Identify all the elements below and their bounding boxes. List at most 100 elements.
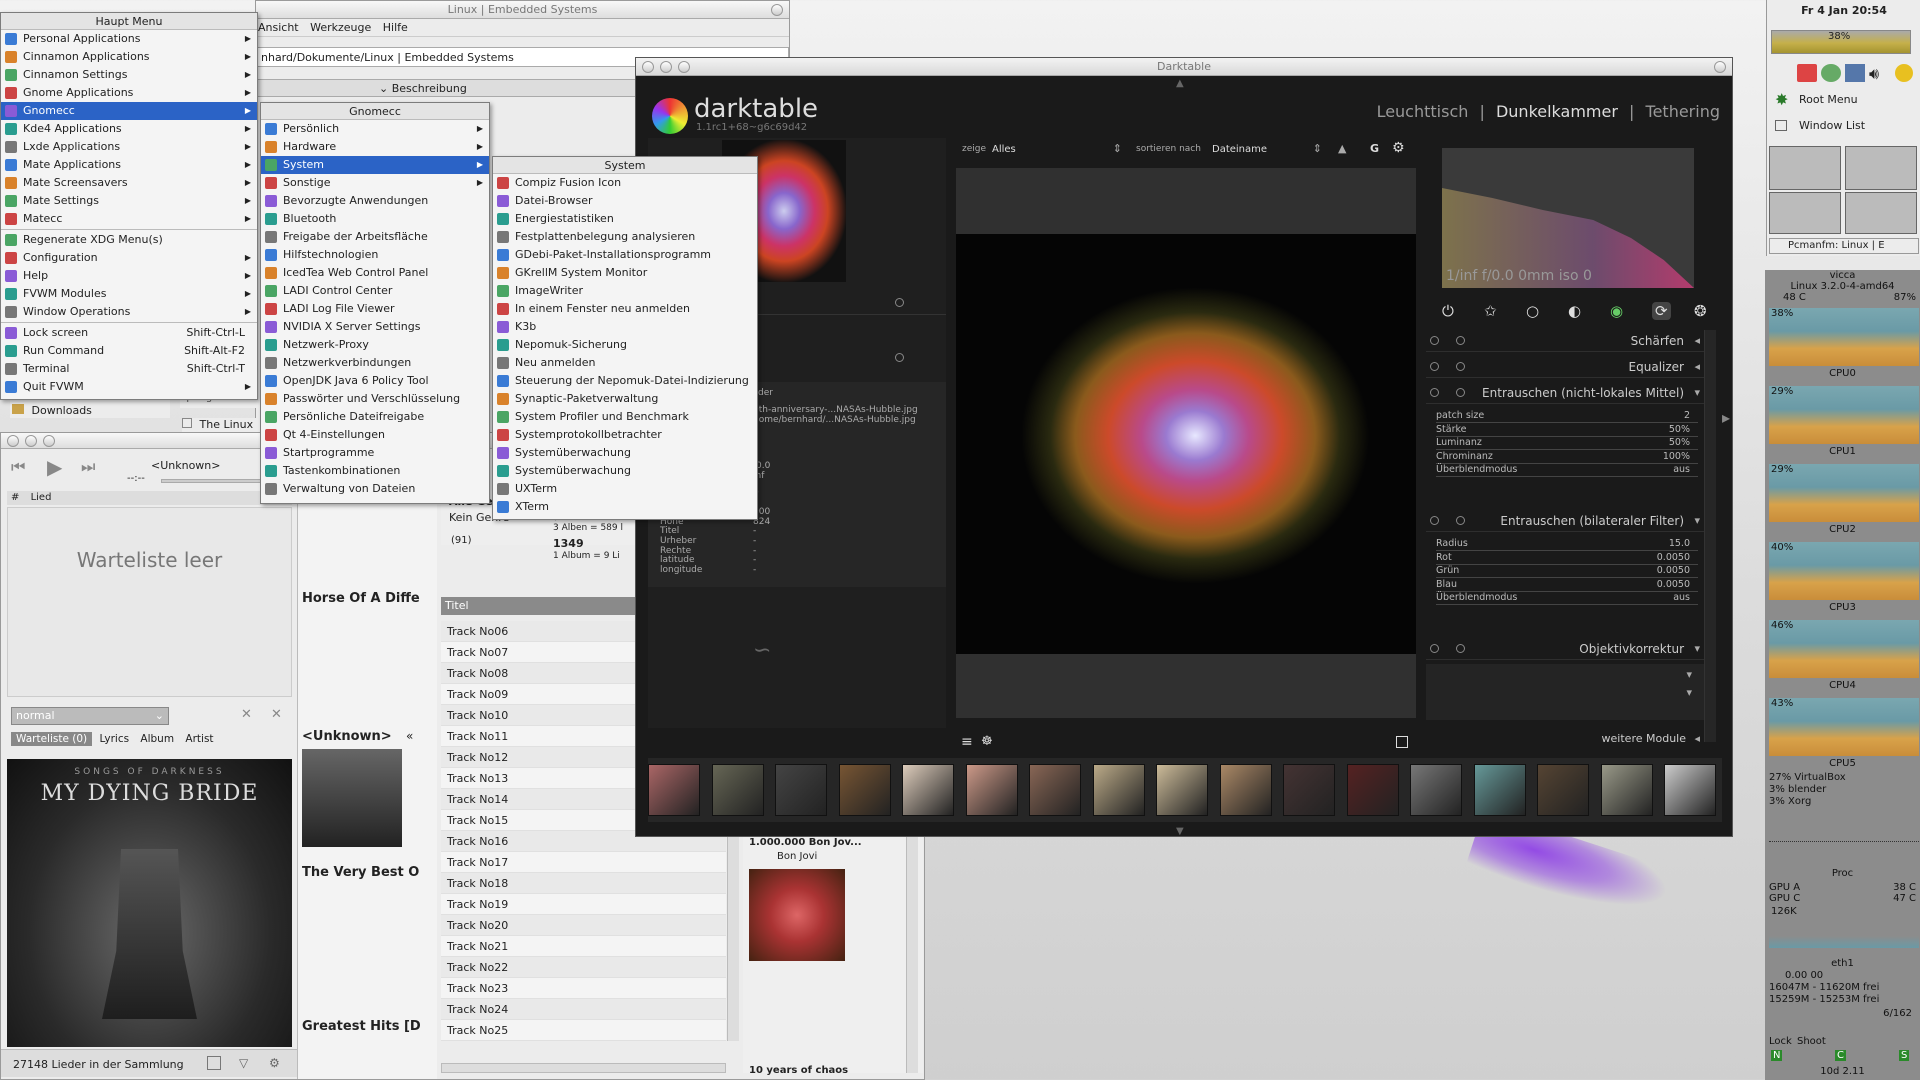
preset-icon[interactable]: [1456, 336, 1465, 345]
table-row[interactable]: Track No20: [441, 915, 726, 936]
haupt-menu-item[interactable]: Configuration ▶: [1, 249, 257, 267]
gnomecc-menu-item[interactable]: Startprogramme: [261, 444, 489, 462]
basic-group-icon[interactable]: ○: [1526, 302, 1539, 320]
system-menu-item[interactable]: Compiz Fusion Icon: [493, 174, 757, 192]
slider[interactable]: Überblendmodus aus: [1436, 464, 1698, 478]
system-menu-item[interactable]: Systemüberwachung: [493, 462, 757, 480]
haupt-menu-item[interactable]: Personal Applications ▶: [1, 30, 257, 48]
darktable-titlebar[interactable]: Darktable: [636, 58, 1732, 76]
hamburger-icon[interactable]: ≡: [961, 734, 973, 750]
system-menu-item[interactable]: ImageWriter: [493, 282, 757, 300]
more-modules[interactable]: weitere Module ◂: [1426, 728, 1706, 750]
chevron-down-icon[interactable]: ▾: [1686, 686, 1692, 699]
enable-icon[interactable]: [1430, 388, 1439, 397]
col2-greatest[interactable]: Greatest Hits [D: [302, 1019, 421, 1034]
maximize-icon[interactable]: [43, 435, 55, 447]
clear-queue-icon[interactable]: ✕: [271, 707, 282, 722]
preset-icon[interactable]: [1456, 362, 1465, 371]
table-row[interactable]: Track No24: [441, 999, 726, 1020]
modules-scrollbar[interactable]: [1704, 330, 1716, 742]
chevron-down-icon[interactable]: ▾: [1686, 668, 1692, 681]
menu-ansicht[interactable]: Ansicht: [258, 21, 299, 34]
shoot-label[interactable]: Shoot: [1797, 1036, 1826, 1047]
filmstrip-thumbnail[interactable]: [1664, 764, 1716, 816]
filmstrip-thumbnail[interactable]: [1283, 764, 1335, 816]
haupt-menu-item[interactable]: Lock screen Shift-Ctrl-L: [1, 324, 257, 342]
menu-werkzeuge[interactable]: Werkzeuge: [310, 21, 371, 34]
expand-right-icon[interactable]: ▸: [1722, 408, 1730, 427]
system-menu-item[interactable]: Systemüberwachung: [493, 444, 757, 462]
gnomecc-menu-item[interactable]: Persönlich ▶: [261, 120, 489, 138]
queue-header[interactable]: # Lied: [7, 491, 292, 505]
system-menu-item[interactable]: GDebi-Paket-Installationsprogramm: [493, 246, 757, 264]
system-menu-item[interactable]: Steuerung der Nepomuk-Datei-Indizierung: [493, 372, 757, 390]
enable-icon[interactable]: [1430, 516, 1439, 525]
table-row[interactable]: Track No19: [441, 894, 726, 915]
close-icon[interactable]: [642, 61, 654, 73]
haupt-menu-item[interactable]: Gnome Applications ▶: [1, 84, 257, 102]
sort-order-icon[interactable]: ▲: [1338, 142, 1346, 155]
letter-n[interactable]: N: [1771, 1050, 1783, 1061]
root-menu-button[interactable]: ✸ Root Menu: [1775, 90, 1915, 110]
enable-icon[interactable]: [1430, 644, 1439, 653]
slider[interactable]: Überblendmodus aus: [1436, 592, 1698, 606]
haupt-menu-item[interactable]: Cinnamon Settings ▶: [1, 66, 257, 84]
haupt-menu-item[interactable]: Window Operations ▶: [1, 303, 257, 321]
filter-icon[interactable]: ▽: [239, 1056, 248, 1070]
module-toggle-icon[interactable]: [895, 353, 904, 362]
system-menu-item[interactable]: K3b: [493, 318, 757, 336]
gnomecc-menu-item[interactable]: Netzwerk-Proxy: [261, 336, 489, 354]
slider[interactable]: patch size 2: [1436, 410, 1698, 424]
filmstrip-thumbnail[interactable]: [1219, 764, 1272, 816]
gnomecc-menu-item[interactable]: Persönliche Dateifreigabe: [261, 408, 489, 426]
filmstrip-thumbnail[interactable]: [1156, 764, 1208, 816]
haupt-menu-item[interactable]: Run Command Shift-Alt-F2: [1, 342, 257, 360]
col2-horse[interactable]: Horse Of A Diffe: [302, 591, 420, 606]
menu-hilfe[interactable]: Hilfe: [383, 21, 408, 34]
close-icon[interactable]: [7, 435, 19, 447]
close-icon[interactable]: [771, 4, 783, 16]
minimize-icon[interactable]: [660, 61, 672, 73]
gnomecc-menu-item[interactable]: Freigabe der Arbeitsfläche: [261, 228, 489, 246]
zeige-select[interactable]: Alles ⇕: [992, 140, 1122, 158]
gnomecc-menu-item[interactable]: Sonstige ▶: [261, 174, 489, 192]
filmstrip-thumbnail[interactable]: [1537, 764, 1589, 816]
col2-verybest[interactable]: The Very Best O: [302, 865, 419, 880]
maximize-icon[interactable]: [678, 61, 690, 73]
window-list-button[interactable]: Window List: [1775, 118, 1915, 136]
slider[interactable]: Luminanz 50%: [1436, 437, 1698, 451]
slider[interactable]: Chrominanz 100%: [1436, 451, 1698, 465]
view-dunkelkammer[interactable]: Dunkelkammer: [1496, 102, 1618, 121]
system-menu-item[interactable]: Energiestatistiken: [493, 210, 757, 228]
system-menu-item[interactable]: System Profiler und Benchmark: [493, 408, 757, 426]
tab-album[interactable]: Album: [136, 732, 178, 746]
lock-label[interactable]: Lock: [1769, 1036, 1792, 1047]
previous-icon[interactable]: ⏮: [11, 457, 25, 477]
track-hscroll[interactable]: [441, 1063, 726, 1073]
system-menu-item[interactable]: Nepomuk-Sicherung: [493, 336, 757, 354]
gnomecc-menu-item[interactable]: IcedTea Web Control Panel: [261, 264, 489, 282]
haupt-menu-item[interactable]: Matecc ▶: [1, 210, 257, 228]
module-objektiv[interactable]: Objektivkorrektur ▾: [1426, 638, 1706, 660]
filmstrip-thumbnail[interactable]: [1092, 764, 1145, 816]
pager-desk2[interactable]: [1845, 146, 1917, 190]
power-icon[interactable]: ⏻: [1442, 302, 1454, 320]
filmstrip-thumbnail[interactable]: [711, 764, 764, 816]
table-row[interactable]: Track No22: [441, 957, 726, 978]
preset-icon[interactable]: [1456, 388, 1465, 397]
gear-icon[interactable]: ⚙: [1392, 140, 1405, 156]
mail-icon[interactable]: [1797, 64, 1817, 82]
haupt-menu-item[interactable]: Gnomecc ▶: [1, 102, 257, 120]
pager-desk4[interactable]: [1845, 192, 1917, 234]
enable-icon[interactable]: [1430, 336, 1439, 345]
collapse-top-icon[interactable]: ▲: [1176, 78, 1184, 89]
filmstrip-thumbnail[interactable]: [838, 764, 891, 816]
tone-group-icon[interactable]: ◐: [1568, 302, 1581, 320]
collapse-icon[interactable]: «: [406, 729, 413, 743]
gnomecc-menu-item[interactable]: Hilfstechnologien: [261, 246, 489, 264]
correct-group-icon[interactable]: ⟳: [1652, 302, 1671, 320]
filmstrip-thumbnail[interactable]: [965, 764, 1018, 816]
gnomecc-menu-item[interactable]: OpenJDK Java 6 Policy Tool: [261, 372, 489, 390]
expand-icon[interactable]: [1396, 736, 1408, 748]
close-icon[interactable]: [1714, 61, 1726, 73]
